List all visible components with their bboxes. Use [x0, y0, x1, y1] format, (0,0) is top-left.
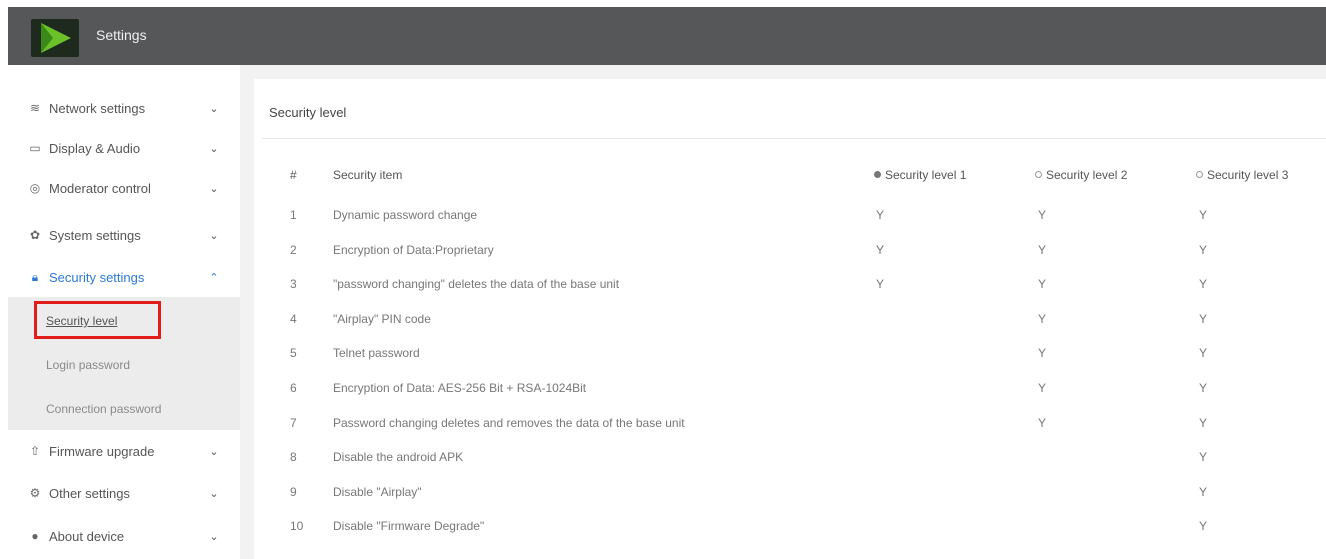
divider [262, 138, 1326, 139]
row-security-item: Encryption of Data:Proprietary [333, 243, 494, 257]
radio-checked-icon [874, 171, 881, 179]
chevron-down-icon: ⌄ [209, 445, 219, 458]
column-header-number: # [290, 168, 297, 182]
row-security-item: Disable "Airplay" [333, 485, 422, 499]
chevron-down-icon: ⌄ [209, 487, 219, 500]
radio-unchecked-icon [1196, 171, 1203, 179]
row-security-item: "password changing" deletes the data of … [333, 277, 620, 291]
row-level-3-value: Y [1199, 450, 1208, 464]
row-level-2-value: Y [1038, 277, 1047, 291]
sidebar-item-firmware-upgrade[interactable]: ⇧ Firmware upgrade ⌄ [8, 431, 240, 471]
submenu-item-login-password[interactable]: Login password [8, 345, 240, 385]
row-number: 3 [290, 277, 297, 291]
row-level-3-value: Y [1199, 277, 1208, 291]
app-logo [31, 19, 79, 57]
monitor-icon: ▭ [29, 141, 41, 155]
chevron-down-icon: ⌄ [209, 530, 219, 543]
row-level-2-value: Y [1038, 243, 1047, 257]
row-level-3-value: Y [1199, 208, 1208, 222]
sidebar-item-moderator-control[interactable]: ◎ Moderator control ⌄ [8, 168, 240, 208]
chevron-down-icon: ⌄ [209, 142, 219, 155]
submenu-item-connection-password[interactable]: Connection password [8, 389, 240, 429]
row-number: 4 [290, 312, 297, 326]
chevron-down-icon: ⌄ [209, 102, 219, 115]
chevron-down-icon: ⌄ [209, 182, 219, 195]
sidebar-item-display-audio[interactable]: ▭ Display & Audio ⌄ [8, 128, 240, 168]
radio-security-level-1[interactable]: Security level 1 [874, 168, 966, 182]
row-number: 8 [290, 450, 297, 464]
row-number: 9 [290, 485, 297, 499]
row-number: 1 [290, 208, 297, 222]
wifi-icon: ≋ [29, 101, 41, 115]
row-level-2-value: Y [1038, 312, 1047, 326]
app-title: Settings [96, 27, 147, 43]
info-icon: ● [31, 529, 39, 543]
row-level-2-value: Y [1038, 208, 1047, 222]
radio-security-level-3[interactable]: Security level 3 [1196, 168, 1288, 182]
sidebar-item-about-device[interactable]: ● About device ⌄ [8, 516, 240, 556]
sidebar-item-security-settings[interactable]: 🔒︎ Security settings ⌃ [8, 257, 240, 297]
row-level-1-value: Y [876, 243, 885, 257]
row-number: 10 [290, 519, 304, 533]
page-title: Security level [269, 105, 347, 120]
row-number: 2 [290, 243, 297, 257]
chevron-down-icon: ⌄ [209, 229, 219, 242]
row-level-2-value: Y [1038, 381, 1047, 395]
row-number: 5 [290, 346, 297, 360]
row-level-3-value: Y [1199, 519, 1208, 533]
gear-icon: ✿ [29, 228, 41, 242]
row-level-3-value: Y [1199, 416, 1208, 430]
row-level-3-value: Y [1199, 485, 1208, 499]
upload-icon: ⇧ [29, 444, 41, 458]
row-level-1-value: Y [876, 277, 885, 291]
row-level-3-value: Y [1199, 312, 1208, 326]
sidebar-item-network-settings[interactable]: ≋ Network settings ⌄ [8, 88, 240, 128]
app-header: Settings [8, 7, 1326, 65]
lock-icon: 🔒︎ [31, 269, 39, 284]
row-security-item: "Airplay" PIN code [333, 312, 431, 326]
row-level-3-value: Y [1199, 243, 1208, 257]
sidebar-item-system-settings[interactable]: ✿ System settings ⌄ [8, 215, 240, 255]
row-security-item: Password changing deletes and removes th… [333, 416, 685, 430]
sidebar-item-other-settings[interactable]: ⚙︎ Other settings ⌄ [8, 473, 240, 513]
row-security-item: Dynamic password change [333, 208, 478, 222]
row-security-item: Disable the android APK [333, 450, 464, 464]
settings-icon: ⚙︎ [29, 486, 41, 500]
row-number: 7 [290, 416, 297, 430]
radio-security-level-2[interactable]: Security level 2 [1035, 168, 1127, 182]
row-security-item: Disable "Firmware Degrade" [333, 519, 485, 533]
row-level-2-value: Y [1038, 416, 1047, 430]
moderator-icon: ◎ [29, 181, 41, 195]
row-number: 6 [290, 381, 297, 395]
row-security-item: Telnet password [333, 346, 420, 360]
column-header-security-item: Security item [333, 168, 403, 182]
row-level-2-value: Y [1038, 346, 1047, 360]
row-level-1-value: Y [876, 208, 885, 222]
chevron-up-icon: ⌃ [209, 271, 219, 284]
row-level-3-value: Y [1199, 346, 1208, 360]
radio-unchecked-icon [1035, 171, 1042, 179]
row-security-item: Encryption of Data: AES-256 Bit + RSA-10… [333, 381, 587, 395]
row-level-3-value: Y [1199, 381, 1208, 395]
highlight-box [34, 301, 161, 339]
